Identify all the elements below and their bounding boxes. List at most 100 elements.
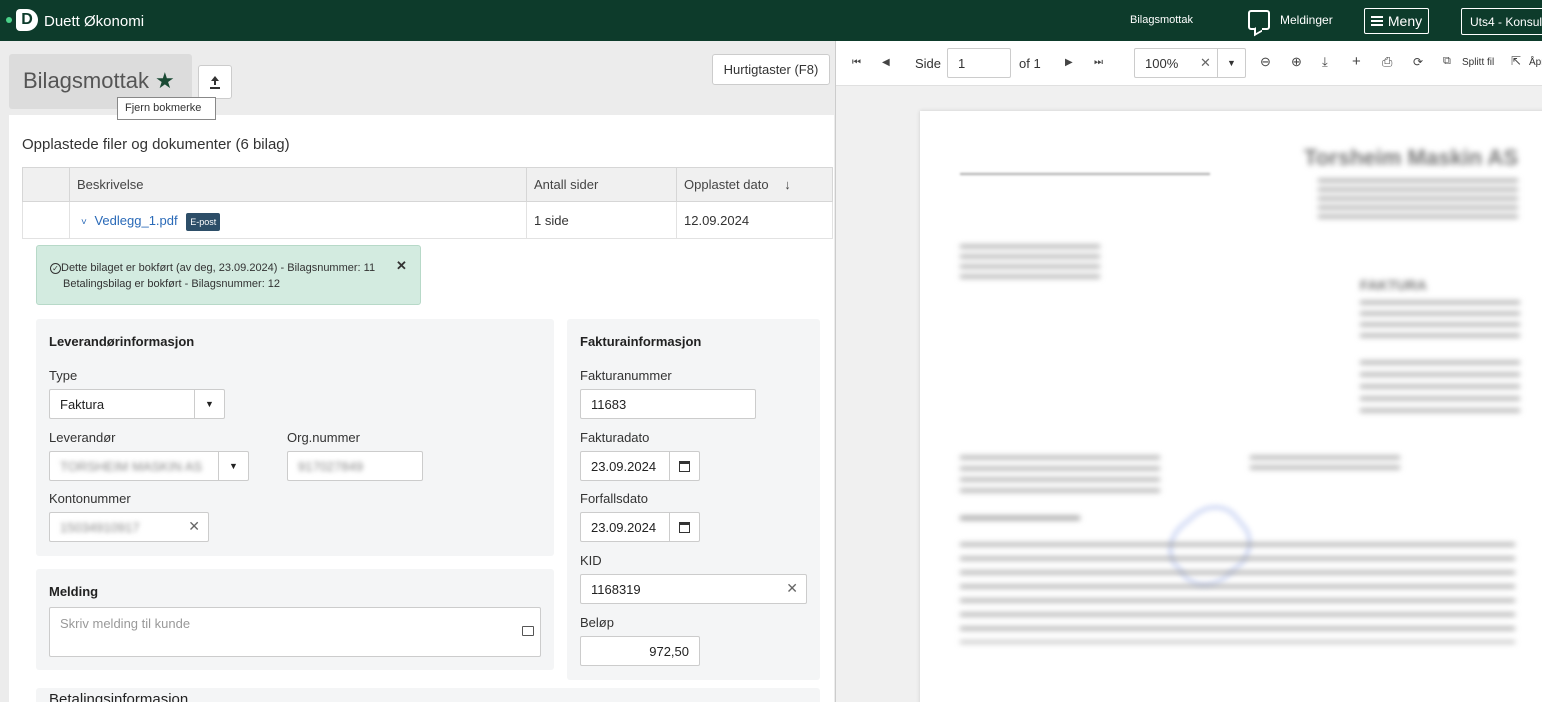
supplier-panel-title: Leverandørinformasjon — [49, 334, 195, 349]
payment-panel-title: Betalingsinformasjon — [49, 691, 189, 702]
rotate-icon[interactable]: ⟳ — [1413, 55, 1423, 69]
invoice-date-label: Fakturadato — [580, 430, 650, 445]
page-count-label: of 1 — [1019, 56, 1041, 71]
account-number-field[interactable]: 15034910917 ✕ — [49, 512, 209, 542]
doc-address-block — [1318, 179, 1518, 219]
doc-company-name: Torsheim Maskin AS — [1304, 145, 1518, 170]
file-link[interactable]: Vedlegg_1.pdf — [94, 213, 177, 228]
doc-reference-block — [960, 456, 1160, 496]
dropdown-arrow-icon[interactable]: ▼ — [218, 452, 248, 480]
module-link-bilagsmottak[interactable]: Bilagsmottak — [1130, 14, 1193, 26]
split-file-label[interactable]: Splitt fil — [1462, 57, 1494, 68]
alert-line-2: Betalingsbilag er bokført - Bilagsnummer… — [63, 278, 281, 290]
next-page-icon[interactable]: ▶ — [1065, 57, 1073, 68]
pdf-page: Torsheim Maskin AS FAKTURA — [920, 111, 1542, 702]
table-header-date[interactable]: Opplastet dato ↓ — [676, 167, 833, 202]
account-number-label: Kontonummer — [49, 491, 131, 506]
left-pane: Bilagsmottak ★ Fjern bokmerke Hurtigtast… — [0, 41, 835, 702]
type-value: Faktura — [60, 397, 105, 412]
invoice-number-label: Fakturanummer — [580, 368, 672, 383]
doc-notes — [960, 516, 1080, 520]
page-number-input[interactable]: 1 — [947, 48, 1011, 78]
print-icon[interactable]: ⎙ — [1382, 54, 1392, 70]
messages-label: Meldinger — [1280, 13, 1333, 27]
app-title[interactable]: Duett Økonomi — [44, 13, 144, 30]
account-number-value: 15034910917 — [60, 520, 140, 535]
hamburger-icon — [1370, 16, 1383, 26]
first-page-icon[interactable]: ⏮ — [852, 57, 861, 68]
zoom-value: 100% — [1145, 56, 1179, 71]
table-header-pages[interactable]: Antall sider — [526, 167, 677, 202]
bookmark-tooltip: Fjern bokmerke — [117, 97, 216, 120]
clear-icon[interactable]: ✕ — [188, 518, 200, 535]
invoice-panel-title: Fakturainformasjon — [580, 334, 702, 349]
org-number-field[interactable]: 917027849 — [287, 451, 423, 481]
amount-label: Beløp — [580, 615, 614, 630]
table-cell-empty — [22, 201, 70, 239]
documents-card: Opplastede filer og dokumenter (6 bilag)… — [9, 115, 834, 702]
invoice-number-value: 11683 — [591, 397, 627, 412]
zoom-select[interactable]: 100% ✕ ▼ — [1134, 48, 1246, 78]
viewer-toolbar: ⏮ ◀ Side 1 of 1 ▶ ⏭ 100% ✕ ▼ ⊖ ⊕ ⤓ + ⎙ ⟳… — [836, 41, 1542, 86]
alert-text-1: Dette bilaget er bokført (av deg, 23.09.… — [61, 262, 376, 274]
calendar-button[interactable] — [669, 513, 699, 541]
dropdown-arrow-icon[interactable]: ▼ — [194, 390, 224, 418]
kid-field[interactable]: 1168319 ✕ — [580, 574, 807, 604]
close-icon[interactable]: ✕ — [396, 258, 407, 274]
message-placeholder: Skriv melding til kunde — [60, 616, 191, 631]
split-icon[interactable]: ⧉ — [1443, 55, 1451, 68]
invoice-date-value: 23.09.2024 — [591, 459, 657, 474]
add-icon[interactable]: + — [1352, 53, 1361, 70]
previous-page-icon[interactable]: ◀ — [882, 57, 890, 68]
messages-button[interactable]: Meldinger — [1248, 10, 1333, 30]
table-cell-pages: 1 side — [526, 201, 677, 239]
table-cell-date: 12.09.2024 — [676, 201, 833, 239]
check-circle-icon: ✓ — [50, 263, 61, 274]
type-select[interactable]: Faktura ▼ — [49, 389, 225, 419]
doc-heading: FAKTURA — [1360, 277, 1427, 293]
table-header-date-label: Opplastet dato — [684, 177, 769, 192]
upload-icon — [210, 75, 220, 89]
amount-field[interactable]: 972,50 — [580, 636, 700, 666]
last-page-icon[interactable]: ⏭ — [1094, 57, 1103, 68]
type-label: Type — [49, 368, 78, 383]
due-date-value: 23.09.2024 — [591, 520, 657, 535]
open-external-icon[interactable]: ⇱ — [1511, 54, 1521, 68]
logo-letter: D — [16, 9, 38, 31]
menu-button[interactable]: Meny — [1364, 8, 1429, 34]
calendar-icon — [679, 521, 690, 533]
menu-label: Meny — [1387, 13, 1423, 29]
page-label: Side — [915, 56, 942, 71]
org-number-value: 917027849 — [298, 459, 364, 474]
top-bar: D Duett Økonomi Bilagsmottak Meldinger M… — [0, 0, 1542, 41]
zoom-out-icon[interactable]: ⊖ — [1260, 54, 1271, 70]
invoice-number-field[interactable]: 11683 — [580, 389, 756, 419]
invoice-date-field[interactable]: 23.09.2024 — [580, 451, 700, 481]
doc-invoice-meta — [1360, 301, 1520, 341]
table-cell-description: ˅ Vedlegg_1.pdf E-post — [69, 201, 527, 239]
doc-date-block — [1250, 456, 1400, 476]
supplier-select[interactable]: TORSHEIM MASKIN AS ▼ — [49, 451, 249, 481]
comment-icon — [522, 626, 534, 636]
due-date-field[interactable]: 23.09.2024 — [580, 512, 700, 542]
chevron-down-icon[interactable]: ˅ — [81, 217, 87, 228]
calendar-button[interactable] — [669, 452, 699, 480]
zoom-in-icon[interactable]: ⊕ — [1291, 54, 1302, 70]
org-number-label: Org.nummer — [287, 430, 360, 445]
app-logo[interactable]: D — [6, 9, 38, 31]
table-header-description[interactable]: Beskrivelse — [69, 167, 527, 202]
table-row[interactable]: ˅ Vedlegg_1.pdf E-post 1 side 12.09.2024 — [22, 201, 833, 239]
clear-zoom-icon[interactable]: ✕ — [1200, 55, 1211, 71]
hotkeys-button[interactable]: Hurtigtaster (F8) — [712, 54, 830, 85]
download-icon[interactable]: ⤓ — [1322, 54, 1328, 70]
open-label[interactable]: Åpne — [1529, 57, 1542, 68]
clear-icon[interactable]: ✕ — [786, 580, 798, 597]
user-button[interactable]: Uts4 - Konsulent — [1461, 8, 1542, 35]
message-textarea[interactable]: Skriv melding til kunde — [49, 607, 541, 657]
upload-button[interactable] — [198, 65, 232, 99]
amount-value: 972,50 — [649, 644, 689, 659]
kid-label: KID — [580, 553, 602, 568]
chevron-down-icon[interactable]: ▼ — [1217, 49, 1245, 77]
invoice-panel: Fakturainformasjon Fakturanummer 11683 F… — [567, 319, 820, 680]
message-panel-title: Melding — [49, 584, 99, 599]
